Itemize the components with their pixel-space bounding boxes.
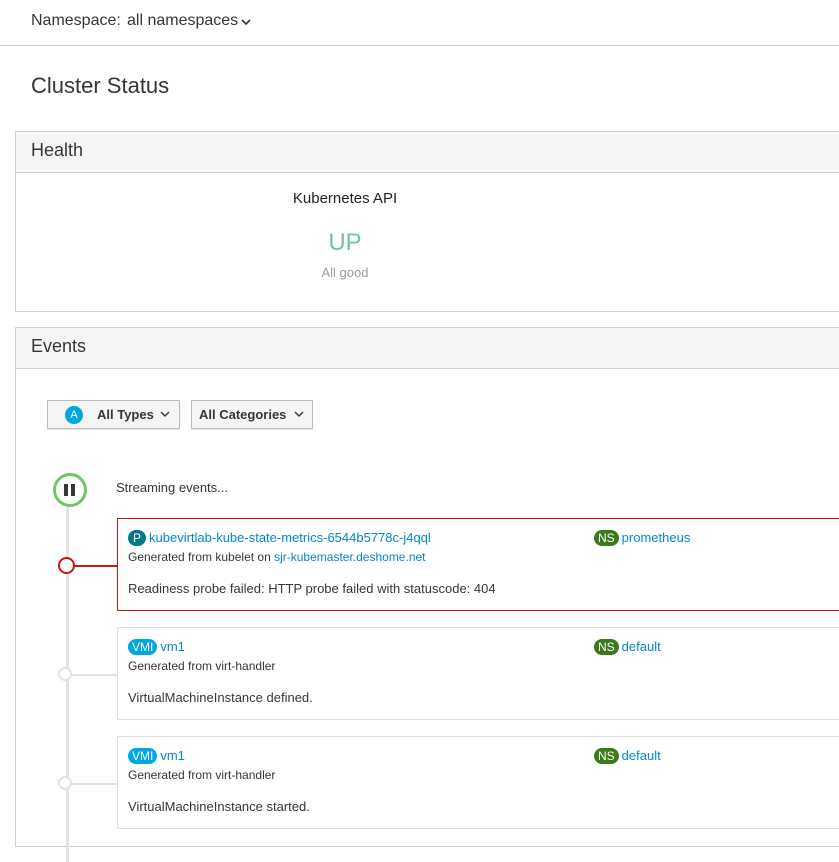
events-panel-heading: Events (16, 328, 839, 369)
chevron-down-icon[interactable] (240, 12, 252, 32)
health-body: Kubernetes API UP All good (16, 173, 839, 312)
vmi-badge: VMI (128, 747, 158, 764)
streaming-status: Streaming events... (116, 480, 228, 495)
namespace-badge: NS (594, 529, 619, 546)
health-panel: Health Kubernetes API UP All good (15, 131, 839, 312)
types-filter-label: All Types (97, 407, 154, 422)
types-filter-dropdown[interactable]: A All Types (47, 400, 180, 429)
event-message: VirtualMachineInstance defined. (128, 690, 313, 705)
health-item-name: Kubernetes API (292, 190, 398, 207)
categories-filter-dropdown[interactable]: All Categories (191, 400, 313, 429)
pause-icon[interactable] (53, 473, 87, 507)
namespace-badge: NS (594, 638, 619, 655)
timeline-line (66, 502, 69, 862)
event-namespace-link[interactable]: prometheus (622, 530, 691, 545)
timeline-connector (72, 674, 117, 676)
event-source: Generated from kubelet on sjr-kubemaster… (128, 550, 426, 564)
event-resource-link[interactable]: vm1 (160, 639, 185, 654)
pause-bar-left (64, 484, 68, 496)
event-host-link[interactable]: sjr-kubemaster.deshome.net (274, 550, 425, 564)
health-status: UP (328, 229, 362, 256)
vmi-badge: VMI (128, 638, 158, 655)
categories-filter-label: All Categories (199, 407, 287, 422)
event-source: Generated from virt-handler (128, 659, 276, 673)
event-resource: VMI vm1 (128, 747, 185, 764)
page-title: Cluster Status (31, 73, 170, 98)
health-message: All good (321, 265, 369, 280)
namespace-bar: Namespace: all namespaces (0, 0, 839, 46)
event-card: VMI vm1 NS default Generated from virt-han… (117, 627, 839, 720)
events-title: Events (31, 336, 87, 356)
health-panel-heading: Health (16, 132, 839, 173)
timeline-dot-warning (58, 557, 75, 574)
event-namespace: NS default (594, 638, 661, 655)
types-badge: A (65, 406, 83, 424)
event-resource-link[interactable]: kubevirtlab-kube-state-metrics-6544b5778… (149, 530, 431, 545)
timeline-dot (58, 776, 72, 790)
timeline-dot (58, 667, 72, 681)
event-card: VMI vm1 NS default Generated from virt-han… (117, 736, 839, 829)
event-message: VirtualMachineInstance started. (128, 799, 310, 814)
timeline-connector (72, 783, 117, 785)
event-namespace: NS prometheus (594, 529, 690, 546)
pause-bar-right (71, 484, 75, 496)
event-source: Generated from virt-handler (128, 768, 276, 782)
namespace-label: Namespace: (31, 12, 121, 29)
event-resource: Pkubevirtlab-kube-state-metrics-6544b577… (128, 529, 431, 546)
namespace-selector[interactable]: all namespaces (127, 12, 238, 30)
event-namespace-link[interactable]: default (622, 748, 661, 763)
chevron-down-icon (160, 411, 170, 417)
event-source-text: Generated from kubelet on (128, 550, 275, 564)
timeline-connector (73, 565, 117, 567)
event-namespace: NS default (594, 747, 661, 764)
event-namespace-link[interactable]: default (622, 639, 661, 654)
events-panel: Events A All Types All Categories Stream… (15, 327, 839, 862)
chevron-down-icon (294, 411, 304, 417)
health-title: Health (31, 140, 84, 160)
event-card: Pkubevirtlab-kube-state-metrics-6544b577… (117, 518, 839, 611)
event-resource-link[interactable]: vm1 (160, 748, 185, 763)
namespace-badge: NS (594, 747, 619, 764)
pod-badge: P (128, 529, 146, 546)
event-resource: VMI vm1 (128, 638, 185, 655)
event-message: Readiness probe failed: HTTP probe faile… (128, 581, 496, 596)
